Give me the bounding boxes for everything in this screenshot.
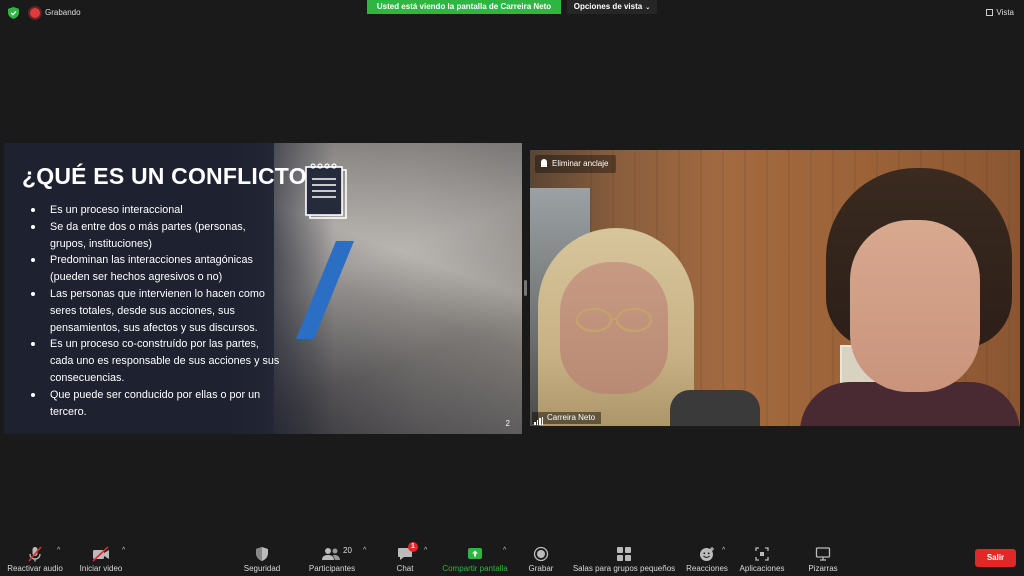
participants-label: Participantes (308, 564, 356, 573)
chat-label: Chat (396, 564, 414, 573)
pin-icon (541, 159, 547, 167)
slide-bullet: Es un proceso interaccional (30, 202, 280, 219)
slide-bullet-list: Es un proceso interaccional Se da entre … (30, 202, 280, 420)
chat-unread-badge: 1 (408, 542, 418, 552)
slide-bullet: Predominan las interacciones antagónicas… (30, 252, 280, 286)
security-label: Seguridad (243, 564, 281, 573)
security-shield-icon (256, 547, 268, 561)
chat-button[interactable]: 1 Chat (388, 538, 422, 576)
participants-count: 20 (343, 546, 352, 555)
participant-video-tile[interactable]: Eliminar anclaje Carreira Neto (530, 150, 1020, 426)
share-screen-icon (468, 548, 482, 559)
slide-bullet: Que puede ser conducido por ellas o por … (30, 387, 280, 421)
breakout-rooms-button[interactable]: Salas para grupos pequeños (570, 538, 678, 576)
participants-button[interactable]: 20 Participantes (304, 538, 360, 576)
meeting-top-bar: Grabando Usted está viendo la pantalla d… (0, 0, 1024, 26)
apps-label: Aplicaciones (739, 564, 785, 573)
apps-icon (755, 547, 769, 561)
notepad-icon (305, 163, 347, 219)
record-icon (533, 546, 549, 562)
connection-signal-icon (534, 413, 544, 425)
start-video-label: Iniciar video (79, 564, 123, 573)
video-options-caret-icon[interactable]: ^ (122, 547, 125, 554)
start-video-button[interactable]: Iniciar video (74, 538, 128, 576)
apps-button[interactable]: Aplicaciones (736, 538, 788, 576)
video-camera-off-icon (92, 546, 109, 562)
whiteboards-label: Pizarras (808, 564, 838, 573)
screen-share-banner: Usted está viendo la pantalla de Carreir… (367, 0, 561, 14)
breakout-rooms-label: Salas para grupos pequeños (572, 564, 676, 573)
recording-label: Grabando (45, 8, 81, 17)
participant-name-tag: Carreira Neto (532, 412, 602, 425)
audio-options-caret-icon[interactable]: ^ (57, 547, 60, 554)
participants-options-caret-icon[interactable]: ^ (363, 547, 366, 554)
share-options-caret-icon[interactable]: ^ (503, 547, 506, 554)
share-screen-button[interactable]: Compartir pantalla (438, 538, 512, 576)
reactions-smiley-icon (700, 547, 714, 561)
record-button[interactable]: Grabar (524, 538, 558, 576)
glasses (575, 307, 653, 333)
security-button[interactable]: Seguridad (236, 538, 288, 576)
slide-page-number: 2 (505, 419, 510, 428)
slide-bullet: Se da entre dos o más partes (personas, … (30, 219, 280, 253)
leave-meeting-button[interactable]: Salir (975, 549, 1016, 567)
meeting-controls-toolbar: Reactivar audio ^ Iniciar video ^ Seguri… (0, 538, 1024, 576)
reactions-button[interactable]: Reacciones (684, 538, 730, 576)
recording-icon[interactable] (30, 8, 40, 18)
chat-options-caret-icon[interactable]: ^ (424, 547, 427, 554)
view-options-label: Opciones de vista (573, 2, 643, 11)
microphone-muted-icon (28, 546, 42, 562)
grid-view-icon (986, 9, 994, 17)
shared-screen-slide: ¿QUÉ ES UN CONFLICTO? Es un proceso inte… (4, 143, 522, 434)
slide-title: ¿QUÉ ES UN CONFLICTO? (22, 163, 321, 189)
split-view-resize-handle[interactable] (524, 280, 527, 296)
whiteboards-button[interactable]: Pizarras (802, 538, 844, 576)
view-button[interactable]: Vista (986, 8, 1014, 17)
share-screen-label: Compartir pantalla (442, 564, 508, 573)
participant-name: Carreira Neto (547, 413, 596, 422)
reactions-options-caret-icon[interactable]: ^ (722, 547, 725, 554)
whiteboard-icon (815, 547, 831, 561)
breakout-rooms-icon (617, 547, 631, 561)
unmute-button[interactable]: Reactivar audio (4, 538, 66, 576)
slide-bullet: Es un proceso co-construído por las part… (30, 336, 280, 386)
chevron-down-icon: ⌄ (645, 5, 651, 11)
unmute-label: Reactivar audio (7, 564, 63, 573)
security-shield-icon[interactable] (8, 7, 19, 19)
slide-bullet: Las personas que intervienen lo hacen co… (30, 286, 280, 336)
participants-icon (322, 548, 340, 560)
unpin-button[interactable]: Eliminar anclaje (535, 155, 617, 173)
slide-accent-stripe (296, 241, 354, 339)
record-label: Grabar (528, 564, 554, 573)
unpin-label: Eliminar anclaje (552, 159, 609, 168)
reactions-label: Reacciones (686, 564, 728, 573)
view-options-button[interactable]: Opciones de vista ⌄ (567, 0, 657, 14)
view-label: Vista (996, 8, 1014, 17)
